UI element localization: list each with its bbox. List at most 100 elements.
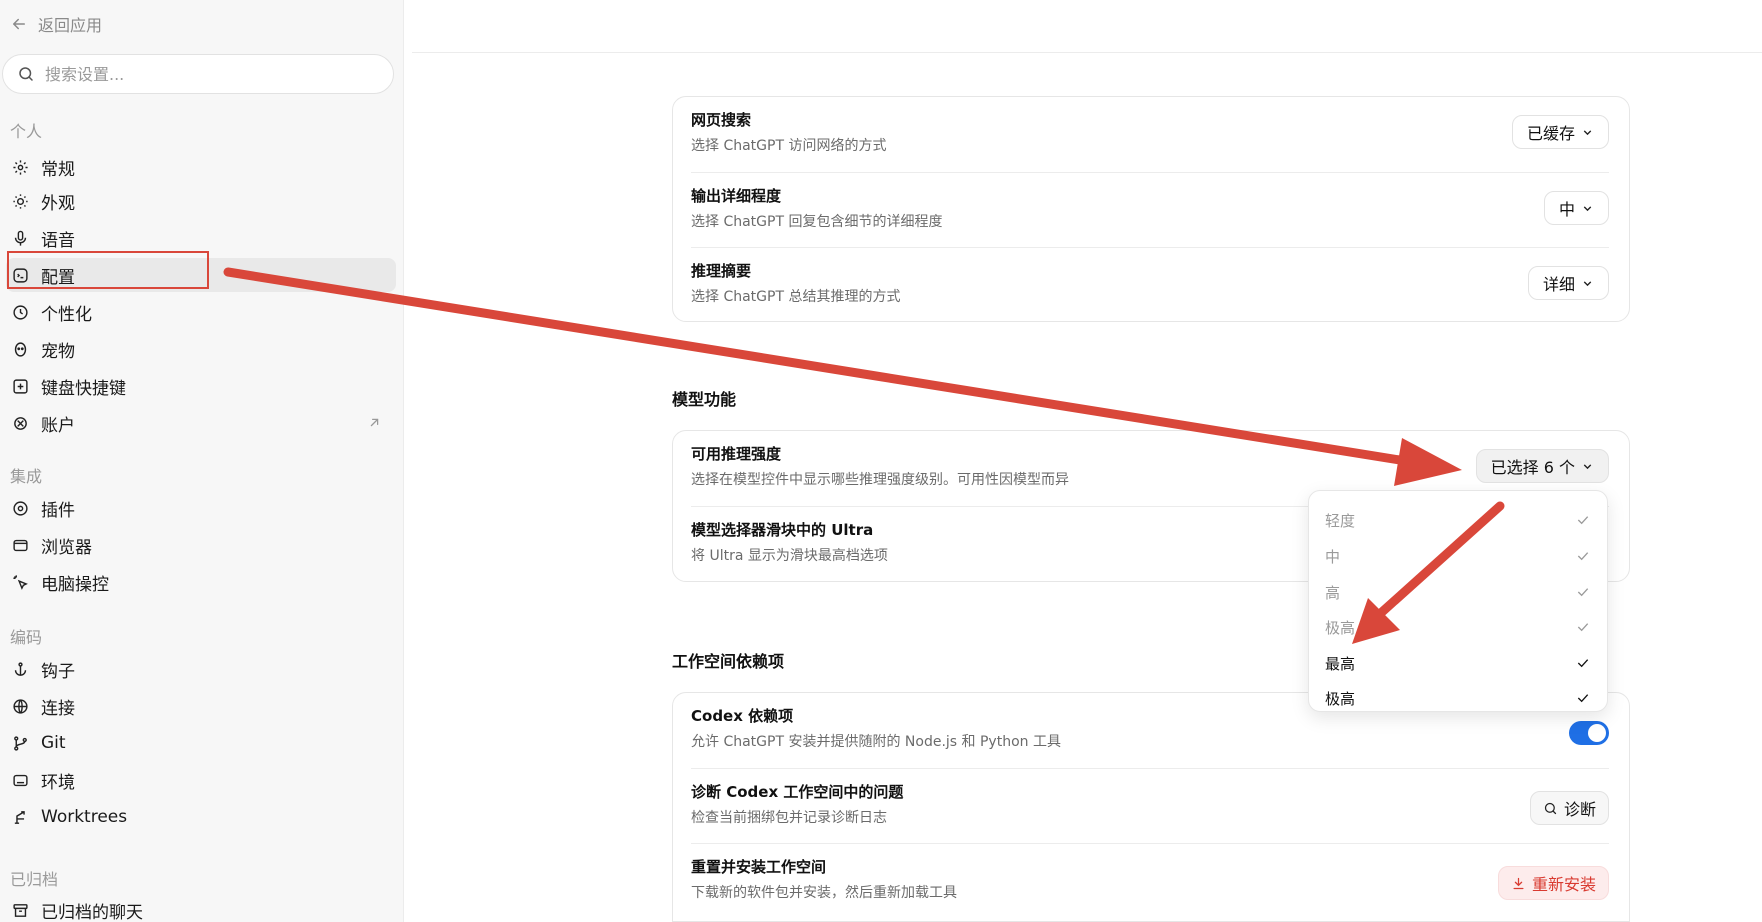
sidebar-item-label: 键盘快捷键 xyxy=(41,378,126,399)
effort-option[interactable]: 最高 xyxy=(1325,648,1591,678)
setting-desc: 下载新的软件包并安装，然后重新加载工具 xyxy=(691,885,957,901)
search-input[interactable] xyxy=(45,64,365,84)
reasoning-effort-dropdown[interactable]: 已选择 6 个 xyxy=(1475,449,1609,483)
external-link-icon xyxy=(370,418,379,427)
sidebar-item-general[interactable]: 常规 xyxy=(6,150,396,184)
sidebar-item-label: 个性化 xyxy=(41,304,92,325)
sidebar-item-label: 插件 xyxy=(41,500,75,521)
workspace-deps-card: Codex 依赖项 允许 ChatGPT 安装并提供随附的 Node.js 和 … xyxy=(672,692,1630,922)
setting-title: 可用推理强度 xyxy=(691,445,782,463)
personalization-icon xyxy=(13,304,28,320)
sidebar-item-account[interactable]: 账户 xyxy=(6,406,396,440)
dropdown-value: 已缓存 xyxy=(1526,124,1575,143)
search-icon xyxy=(1544,802,1557,814)
codex-deps-toggle[interactable] xyxy=(1569,721,1609,745)
option-label: 轻度 xyxy=(1325,511,1356,530)
setting-title: Codex 依赖项 xyxy=(691,707,794,725)
diagnose-button[interactable]: 诊断 xyxy=(1529,791,1609,825)
sidebar-item-shortcuts[interactable]: 键盘快捷键 xyxy=(6,369,396,403)
sidebar-item-label: 账户 xyxy=(41,415,75,436)
verbosity-dropdown[interactable]: 中 xyxy=(1543,191,1609,225)
sidebar-item-worktrees[interactable]: Worktrees xyxy=(6,800,396,834)
effort-option[interactable]: 中 xyxy=(1325,541,1591,571)
sidebar-item-label: 已归档的聊天 xyxy=(41,902,143,922)
setting-reasoning-summary: 推理摘要 选择 ChatGPT 总结其推理的方式 详细 xyxy=(691,248,1609,322)
sidebar-item-connections[interactable]: 连接 xyxy=(6,689,396,723)
sidebar-item-label: Git xyxy=(41,733,66,753)
checkmark-icon xyxy=(1577,623,1589,632)
microphone-icon xyxy=(14,230,27,246)
sidebar-item-computer-use[interactable]: 电脑操控 xyxy=(6,565,396,599)
sidebar-item-plugins[interactable]: 插件 xyxy=(6,491,396,525)
option-label: 中 xyxy=(1325,547,1341,566)
archive-icon xyxy=(13,903,28,917)
dropdown-value: 详细 xyxy=(1542,275,1575,294)
cursor-click-icon xyxy=(13,574,28,590)
back-label: 返回应用 xyxy=(38,16,103,35)
workspace-deps-heading: 工作空间依赖项 xyxy=(672,652,785,671)
app-root: 返回应用 个人 常规 外观 语音 配置 个性化 宠物 xyxy=(0,0,1762,922)
reinstall-button[interactable]: 重新安装 xyxy=(1497,866,1609,900)
git-branch-icon xyxy=(14,735,27,751)
download-icon xyxy=(1513,877,1524,889)
back-to-app-link[interactable]: 返回应用 xyxy=(10,12,102,36)
sidebar-item-personalization[interactable]: 个性化 xyxy=(6,295,396,329)
sidebar-item-label: 语音 xyxy=(41,230,75,251)
checkmark-icon xyxy=(1577,694,1589,703)
checkmark-icon xyxy=(1577,659,1589,668)
setting-desc: 将 Ultra 显示为滑块最高档选项 xyxy=(691,548,888,564)
keyboard-icon xyxy=(13,378,28,394)
settings-search[interactable] xyxy=(2,54,394,94)
effort-option[interactable]: 极高 xyxy=(1325,612,1591,642)
model-features-heading: 模型功能 xyxy=(672,390,737,409)
checkmark-icon xyxy=(1577,588,1589,597)
setting-title: 输出详细程度 xyxy=(691,187,782,205)
option-label: 高 xyxy=(1325,583,1341,602)
option-label: 极高 xyxy=(1325,689,1356,708)
effort-option[interactable]: 高 xyxy=(1325,577,1591,607)
toggle-knob xyxy=(1588,724,1606,742)
sun-icon xyxy=(13,193,28,209)
setting-title: 推理摘要 xyxy=(691,262,752,280)
sidebar-item-hooks[interactable]: 钩子 xyxy=(6,652,396,686)
chevron-down-icon xyxy=(1583,463,1592,469)
setting-web-search: 网页搜索 选择 ChatGPT 访问网络的方式 已缓存 xyxy=(691,97,1609,171)
plugin-icon xyxy=(13,500,28,516)
section-personal: 个人 xyxy=(10,122,43,141)
sidebar-item-label: 环境 xyxy=(41,772,75,793)
sidebar-item-archived-chats[interactable]: 已归档的聊天 xyxy=(6,893,396,922)
button-label: 重新安装 xyxy=(1531,875,1596,894)
sidebar-item-browser[interactable]: 浏览器 xyxy=(6,528,396,562)
anchor-icon xyxy=(14,661,27,676)
browser-icon xyxy=(13,539,28,551)
section-archived: 已归档 xyxy=(10,870,59,889)
sidebar-item-label: 钩子 xyxy=(41,661,75,682)
web-search-dropdown[interactable]: 已缓存 xyxy=(1511,115,1609,149)
option-label: 极高 xyxy=(1325,618,1356,637)
header-divider xyxy=(412,52,1762,53)
chevron-down-icon xyxy=(1583,129,1592,135)
annotation-highlight-box xyxy=(7,251,209,289)
setting-desc: 选择 ChatGPT 回复包含细节的详细程度 xyxy=(691,214,943,230)
sidebar-item-git[interactable]: Git xyxy=(6,726,396,760)
sidebar-item-label: 连接 xyxy=(41,698,75,719)
setting-desc: 选择在模型控件中显示哪些推理强度级别。可用性因模型而异 xyxy=(691,472,1069,488)
reasoning-summary-dropdown[interactable]: 详细 xyxy=(1527,266,1609,300)
sidebar-item-environments[interactable]: 环境 xyxy=(6,763,396,797)
sidebar-item-appearance[interactable]: 外观 xyxy=(6,184,396,218)
setting-desc: 允许 ChatGPT 安装并提供随附的 Node.js 和 Python 工具 xyxy=(691,734,1061,750)
chevron-down-icon xyxy=(1583,205,1592,211)
sidebar-item-pet[interactable]: 宠物 xyxy=(6,332,396,366)
button-label: 诊断 xyxy=(1563,800,1596,819)
checkmark-icon xyxy=(1577,516,1589,525)
worktree-icon xyxy=(14,810,25,824)
checkmark-icon xyxy=(1577,552,1589,561)
effort-option[interactable]: 轻度 xyxy=(1325,505,1591,535)
setting-verbosity: 输出详细程度 选择 ChatGPT 回复包含细节的详细程度 中 xyxy=(691,173,1609,247)
effort-option[interactable]: 极高 xyxy=(1325,683,1591,713)
sidebar-item-voice[interactable]: 语音 xyxy=(6,221,396,255)
sidebar-item-label: 常规 xyxy=(41,159,75,180)
section-coding: 编码 xyxy=(10,628,43,647)
sidebar-item-label: Worktrees xyxy=(41,807,128,827)
sidebar-item-label: 外观 xyxy=(41,193,75,214)
